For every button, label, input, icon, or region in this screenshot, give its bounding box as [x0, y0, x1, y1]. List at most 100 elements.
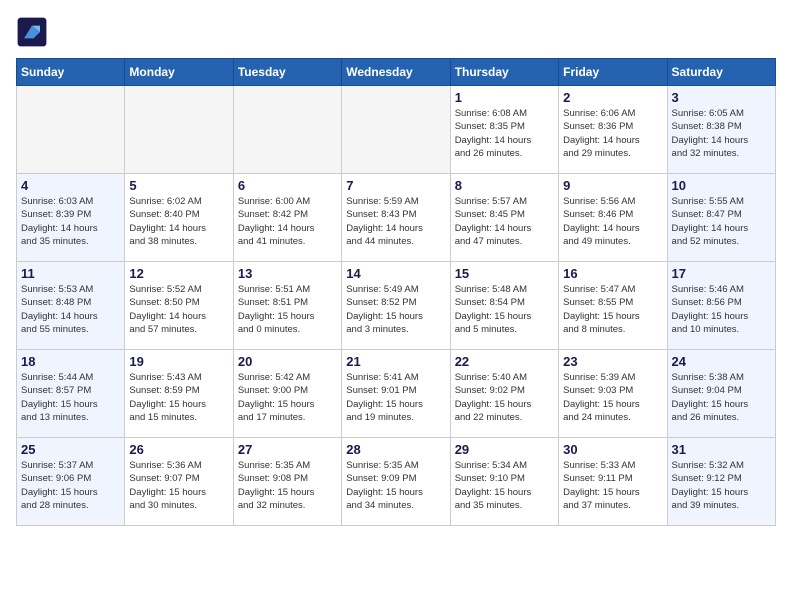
day-info: Sunrise: 5:43 AM Sunset: 8:59 PM Dayligh…: [129, 371, 228, 424]
day-number: 25: [21, 442, 120, 457]
calendar-cell: 11Sunrise: 5:53 AM Sunset: 8:48 PM Dayli…: [17, 262, 125, 350]
day-number: 20: [238, 354, 337, 369]
day-number: 12: [129, 266, 228, 281]
calendar-cell: 28 Sunrise: 5:35 AM Sunset: 9:09 PM Dayli…: [342, 438, 450, 526]
day-number: 4: [21, 178, 120, 193]
day-number: 6: [238, 178, 337, 193]
day-number: 26: [129, 442, 228, 457]
calendar-cell: 9 Sunrise: 5:56 AM Sunset: 8:46 PM Daylig…: [559, 174, 667, 262]
day-number: 2: [563, 90, 662, 105]
day-info: Sunrise: 5:53 AM Sunset: 8:48 PM Dayligh…: [21, 283, 120, 336]
day-info: Sunrise: 5:40 AM Sunset: 9:02 PM Dayligh…: [455, 371, 554, 424]
day-info: Sunrise: 5:52 AM Sunset: 8:50 PM Dayligh…: [129, 283, 228, 336]
calendar-cell: 26 Sunrise: 5:36 AM Sunset: 9:07 PM Dayli…: [125, 438, 233, 526]
day-info: Sunrise: 5:35 AM Sunset: 9:08 PM Dayligh…: [238, 459, 337, 512]
weekday-header-monday: Monday: [125, 59, 233, 86]
calendar-cell: 15 Sunrise: 5:48 AM Sunset: 8:54 PM Dayli…: [450, 262, 558, 350]
week-row-1: 1 Sunrise: 6:08 AM Sunset: 8:35 PM Daylig…: [17, 86, 776, 174]
logo-icon: [16, 16, 48, 48]
day-number: 24: [672, 354, 771, 369]
calendar-cell: 5Sunrise: 6:02 AM Sunset: 8:40 PM Daylig…: [125, 174, 233, 262]
day-number: 17: [672, 266, 771, 281]
day-number: 3: [672, 90, 771, 105]
day-info: Sunrise: 5:59 AM Sunset: 8:43 PM Dayligh…: [346, 195, 445, 248]
day-info: Sunrise: 5:33 AM Sunset: 9:11 PM Dayligh…: [563, 459, 662, 512]
day-number: 29: [455, 442, 554, 457]
day-info: Sunrise: 5:34 AM Sunset: 9:10 PM Dayligh…: [455, 459, 554, 512]
weekday-header-saturday: Saturday: [667, 59, 775, 86]
calendar-cell: 21 Sunrise: 5:41 AM Sunset: 9:01 PM Dayli…: [342, 350, 450, 438]
day-number: 16: [563, 266, 662, 281]
day-number: 23: [563, 354, 662, 369]
day-info: Sunrise: 5:57 AM Sunset: 8:45 PM Dayligh…: [455, 195, 554, 248]
day-number: 9: [563, 178, 662, 193]
day-number: 28: [346, 442, 445, 457]
week-row-2: 4Sunrise: 6:03 AM Sunset: 8:39 PM Daylig…: [17, 174, 776, 262]
day-info: Sunrise: 5:49 AM Sunset: 8:52 PM Dayligh…: [346, 283, 445, 336]
calendar-cell: 24 Sunrise: 5:38 AM Sunset: 9:04 PM Dayli…: [667, 350, 775, 438]
day-info: Sunrise: 5:41 AM Sunset: 9:01 PM Dayligh…: [346, 371, 445, 424]
day-number: 14: [346, 266, 445, 281]
calendar-cell: 1 Sunrise: 6:08 AM Sunset: 8:35 PM Daylig…: [450, 86, 558, 174]
calendar-cell: [233, 86, 341, 174]
day-number: 13: [238, 266, 337, 281]
day-info: Sunrise: 5:56 AM Sunset: 8:46 PM Dayligh…: [563, 195, 662, 248]
calendar-cell: 12 Sunrise: 5:52 AM Sunset: 8:50 PM Dayli…: [125, 262, 233, 350]
day-number: 1: [455, 90, 554, 105]
day-info: Sunrise: 5:32 AM Sunset: 9:12 PM Dayligh…: [672, 459, 771, 512]
day-info: Sunrise: 5:48 AM Sunset: 8:54 PM Dayligh…: [455, 283, 554, 336]
day-number: 10: [672, 178, 771, 193]
weekday-header-tuesday: Tuesday: [233, 59, 341, 86]
day-info: Sunrise: 5:36 AM Sunset: 9:07 PM Dayligh…: [129, 459, 228, 512]
calendar-cell: 2 Sunrise: 6:06 AM Sunset: 8:36 PM Daylig…: [559, 86, 667, 174]
calendar-cell: 18 Sunrise: 5:44 AM Sunset: 8:57 PM Dayli…: [17, 350, 125, 438]
logo: [16, 16, 52, 48]
calendar-cell: 29 Sunrise: 5:34 AM Sunset: 9:10 PM Dayli…: [450, 438, 558, 526]
day-info: Sunrise: 5:42 AM Sunset: 9:00 PM Dayligh…: [238, 371, 337, 424]
day-number: 22: [455, 354, 554, 369]
day-info: Sunrise: 6:02 AM Sunset: 8:40 PM Dayligh…: [129, 195, 228, 248]
day-info: Sunrise: 6:00 AM Sunset: 8:42 PM Dayligh…: [238, 195, 337, 248]
week-row-5: 25 Sunrise: 5:37 AM Sunset: 9:06 PM Dayli…: [17, 438, 776, 526]
calendar-cell: 25 Sunrise: 5:37 AM Sunset: 9:06 PM Dayli…: [17, 438, 125, 526]
calendar-cell: 4Sunrise: 6:03 AM Sunset: 8:39 PM Daylig…: [17, 174, 125, 262]
calendar-cell: 27Sunrise: 5:35 AM Sunset: 9:08 PM Dayli…: [233, 438, 341, 526]
calendar-cell: 10 Sunrise: 5:55 AM Sunset: 8:47 PM Dayli…: [667, 174, 775, 262]
day-info: Sunrise: 5:38 AM Sunset: 9:04 PM Dayligh…: [672, 371, 771, 424]
header-row: SundayMondayTuesdayWednesdayThursdayFrid…: [17, 59, 776, 86]
calendar-cell: 6 Sunrise: 6:00 AM Sunset: 8:42 PM Daylig…: [233, 174, 341, 262]
page-header: [16, 16, 776, 48]
day-number: 15: [455, 266, 554, 281]
calendar-cell: [125, 86, 233, 174]
day-info: Sunrise: 6:06 AM Sunset: 8:36 PM Dayligh…: [563, 107, 662, 160]
calendar-cell: 7 Sunrise: 5:59 AM Sunset: 8:43 PM Daylig…: [342, 174, 450, 262]
weekday-header-sunday: Sunday: [17, 59, 125, 86]
day-number: 21: [346, 354, 445, 369]
day-info: Sunrise: 5:35 AM Sunset: 9:09 PM Dayligh…: [346, 459, 445, 512]
calendar-table: SundayMondayTuesdayWednesdayThursdayFrid…: [16, 58, 776, 526]
week-row-4: 18 Sunrise: 5:44 AM Sunset: 8:57 PM Dayli…: [17, 350, 776, 438]
calendar-cell: 17 Sunrise: 5:46 AM Sunset: 8:56 PM Dayli…: [667, 262, 775, 350]
day-number: 18: [21, 354, 120, 369]
day-info: Sunrise: 5:37 AM Sunset: 9:06 PM Dayligh…: [21, 459, 120, 512]
day-info: Sunrise: 6:05 AM Sunset: 8:38 PM Dayligh…: [672, 107, 771, 160]
calendar-cell: 16 Sunrise: 5:47 AM Sunset: 8:55 PM Dayli…: [559, 262, 667, 350]
calendar-cell: 19 Sunrise: 5:43 AM Sunset: 8:59 PM Dayli…: [125, 350, 233, 438]
day-number: 7: [346, 178, 445, 193]
calendar-cell: 22 Sunrise: 5:40 AM Sunset: 9:02 PM Dayli…: [450, 350, 558, 438]
day-info: Sunrise: 5:44 AM Sunset: 8:57 PM Dayligh…: [21, 371, 120, 424]
day-number: 19: [129, 354, 228, 369]
calendar-cell: 13 Sunrise: 5:51 AM Sunset: 8:51 PM Dayli…: [233, 262, 341, 350]
day-info: Sunrise: 5:51 AM Sunset: 8:51 PM Dayligh…: [238, 283, 337, 336]
day-number: 31: [672, 442, 771, 457]
calendar-cell: 3 Sunrise: 6:05 AM Sunset: 8:38 PM Daylig…: [667, 86, 775, 174]
day-number: 8: [455, 178, 554, 193]
weekday-header-wednesday: Wednesday: [342, 59, 450, 86]
calendar-cell: [342, 86, 450, 174]
weekday-header-thursday: Thursday: [450, 59, 558, 86]
day-info: Sunrise: 5:47 AM Sunset: 8:55 PM Dayligh…: [563, 283, 662, 336]
day-info: Sunrise: 5:46 AM Sunset: 8:56 PM Dayligh…: [672, 283, 771, 336]
calendar-cell: 20 Sunrise: 5:42 AM Sunset: 9:00 PM Dayli…: [233, 350, 341, 438]
day-info: Sunrise: 6:08 AM Sunset: 8:35 PM Dayligh…: [455, 107, 554, 160]
day-info: Sunrise: 5:55 AM Sunset: 8:47 PM Dayligh…: [672, 195, 771, 248]
